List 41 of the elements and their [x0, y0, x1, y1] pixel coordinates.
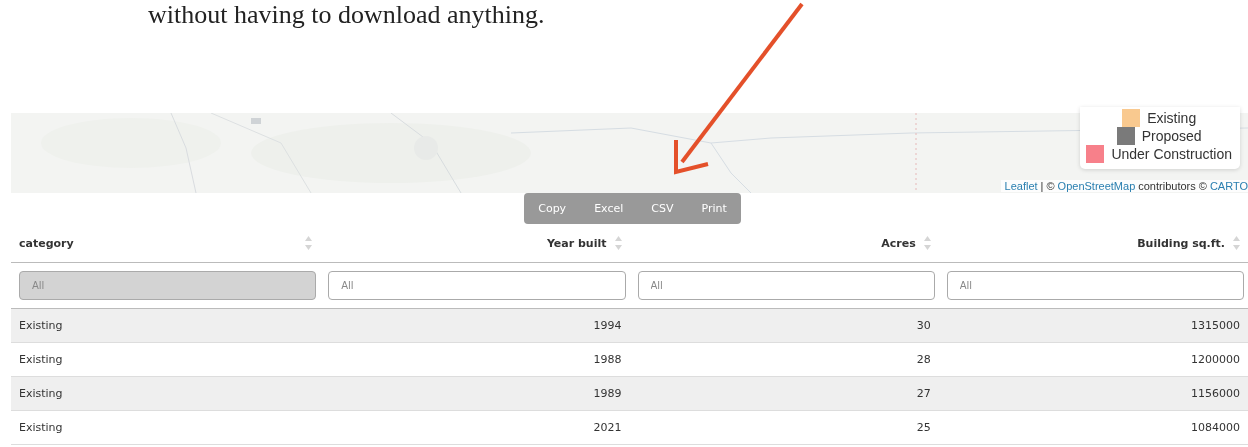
attribution-text: contributors ©: [1138, 180, 1207, 192]
filter-field[interactable]: All: [637, 271, 935, 300]
table-cell: 1989: [320, 376, 630, 411]
column-header[interactable]: Acres: [629, 224, 939, 263]
legend-label: Under Construction: [1111, 146, 1232, 162]
attribution-link[interactable]: CARTO: [1209, 180, 1248, 192]
table-cell: 2021: [320, 410, 630, 445]
legend-label: Existing: [1147, 110, 1197, 126]
sort-icon: [1233, 236, 1240, 250]
table-cell: 1315000: [938, 308, 1248, 343]
attribution-link[interactable]: Leaflet: [1004, 180, 1038, 192]
table-cell: 25: [629, 410, 939, 445]
filter-field[interactable]: All: [328, 271, 626, 300]
filter-select[interactable]: All: [19, 271, 317, 300]
column-header[interactable]: Year built: [320, 224, 630, 263]
table-cell: 1156000: [938, 376, 1248, 411]
legend-label: Proposed: [1141, 128, 1202, 144]
table-cell: 28: [629, 342, 939, 377]
sort-icon: [305, 236, 313, 250]
sort-icon: [614, 236, 622, 250]
column-header[interactable]: Building sq.ft.: [938, 224, 1248, 263]
table-cell: 1994: [320, 308, 630, 343]
export-button[interactable]: CSV: [637, 193, 688, 224]
table-cell: 27: [629, 376, 939, 411]
table-cell: Existing: [11, 410, 321, 445]
table-cell: Existing: [11, 308, 321, 343]
column-header[interactable]: category: [11, 224, 321, 263]
table-cell: 1200000: [938, 342, 1248, 377]
attribution-text: | ©: [1040, 180, 1055, 192]
attribution-link[interactable]: OpenStreetMap: [1057, 180, 1136, 192]
table-cell: Existing: [11, 342, 321, 377]
export-button[interactable]: Excel: [580, 193, 638, 224]
sort-icon: [923, 236, 931, 250]
export-button[interactable]: Print: [687, 193, 741, 224]
table-cell: Existing: [11, 376, 321, 411]
paragraph-text: without having to download anything.: [147, 0, 546, 30]
table-cell: 1084000: [938, 410, 1248, 445]
filter-field[interactable]: All: [946, 271, 1244, 300]
export-button[interactable]: Copy: [524, 193, 581, 224]
table-cell: 1988: [320, 342, 630, 377]
table-cell: 30: [629, 308, 939, 343]
